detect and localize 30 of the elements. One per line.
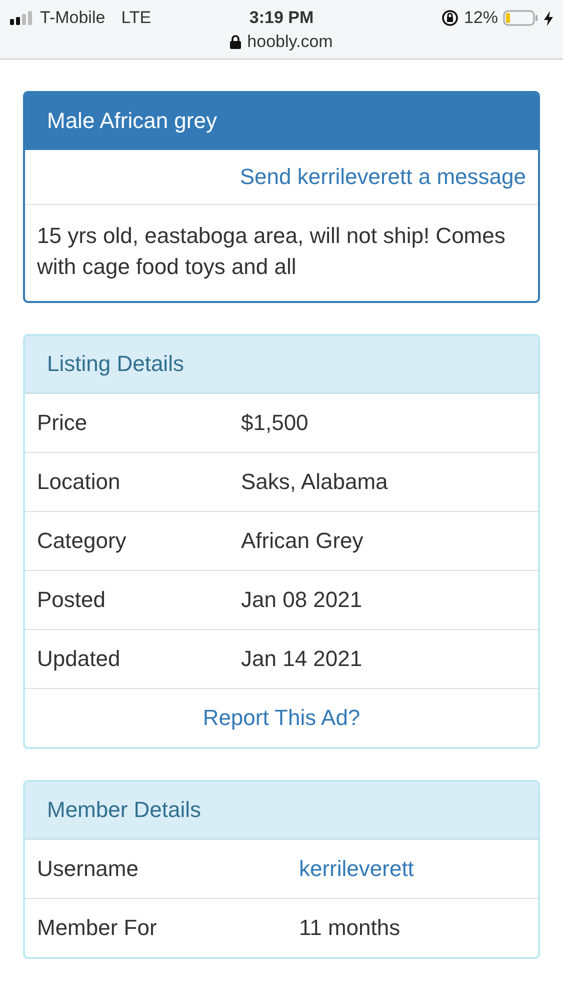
- panel-title: Member Details: [25, 782, 538, 839]
- page-url[interactable]: hoobly.com: [247, 32, 333, 52]
- detail-label: Location: [37, 468, 122, 495]
- detail-label: Category: [37, 528, 128, 554]
- detail-value: Saks, Alabama: [241, 468, 389, 495]
- charging-icon: [544, 10, 553, 26]
- detail-label: Posted: [37, 586, 106, 613]
- report-ad-link[interactable]: Report This Ad?: [202, 704, 360, 730]
- signal-icon: [10, 11, 34, 25]
- lock-icon: [230, 35, 242, 49]
- detail-label: Member For: [37, 914, 158, 941]
- carrier-name: T-Mobile: [40, 8, 106, 28]
- clock-time: 3:19 PM: [249, 8, 314, 28]
- detail-label: Price: [37, 410, 88, 436]
- detail-label: Username: [37, 856, 140, 882]
- panel-title: Listing Details: [25, 336, 538, 393]
- detail-value: 11 months: [299, 914, 402, 941]
- ad-title: Male African grey: [25, 93, 538, 150]
- battery-icon: [503, 10, 539, 26]
- detail-value: Jan 14 2021: [241, 646, 364, 672]
- detail-value: $1,500: [241, 410, 310, 436]
- detail-value: Jan 08 2021: [241, 586, 364, 613]
- detail-value: African Grey: [241, 528, 364, 554]
- ad-description: 15 yrs old, eastaboga area, will not ship! Comes with cage food toys and all: [36, 222, 506, 281]
- rotation-lock-icon: [440, 9, 459, 27]
- send-message-link[interactable]: Send kerrileverett a message: [240, 164, 526, 189]
- network-type: LTE: [121, 8, 152, 28]
- battery-percent: 12%: [464, 8, 498, 28]
- detail-label: Updated: [37, 646, 122, 672]
- username-link[interactable]: kerrileverett: [299, 856, 414, 881]
